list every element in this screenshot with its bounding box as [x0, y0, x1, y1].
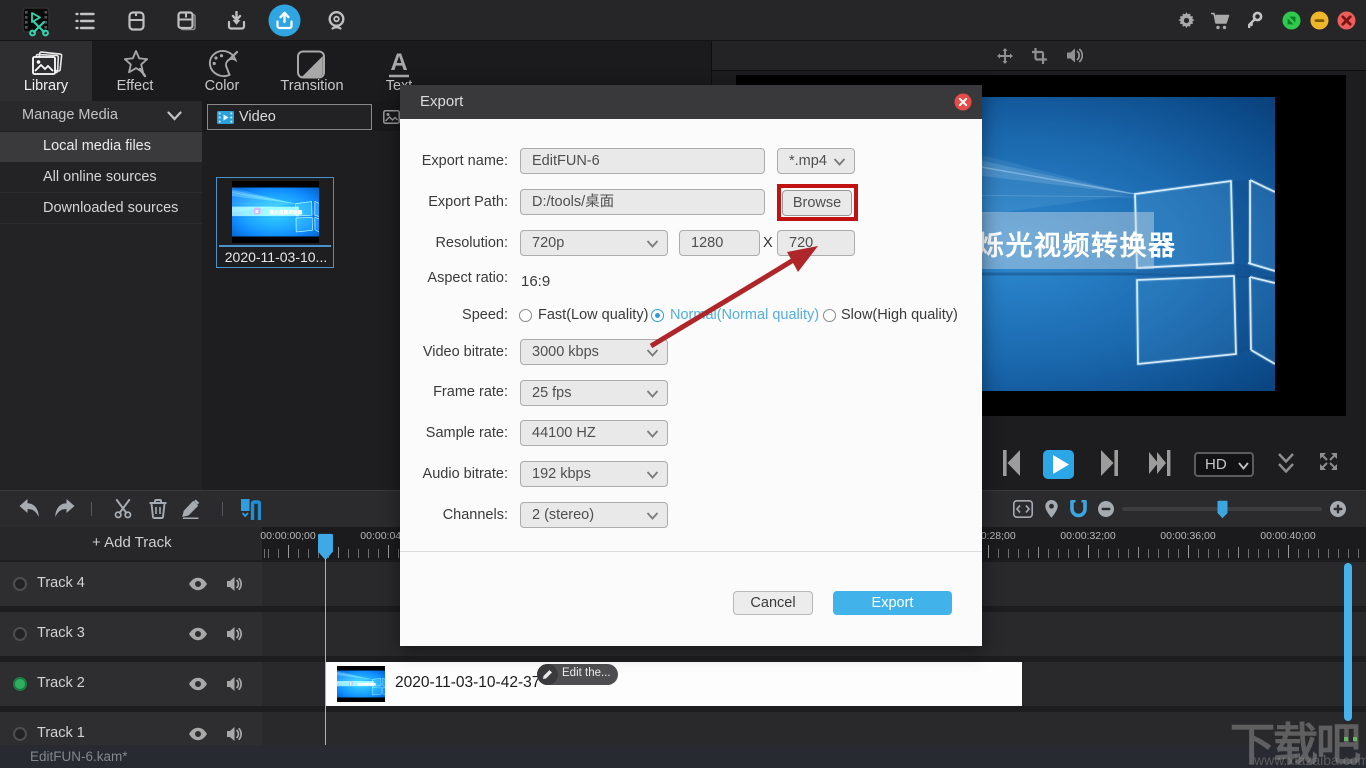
svg-text:A: A: [390, 50, 407, 76]
